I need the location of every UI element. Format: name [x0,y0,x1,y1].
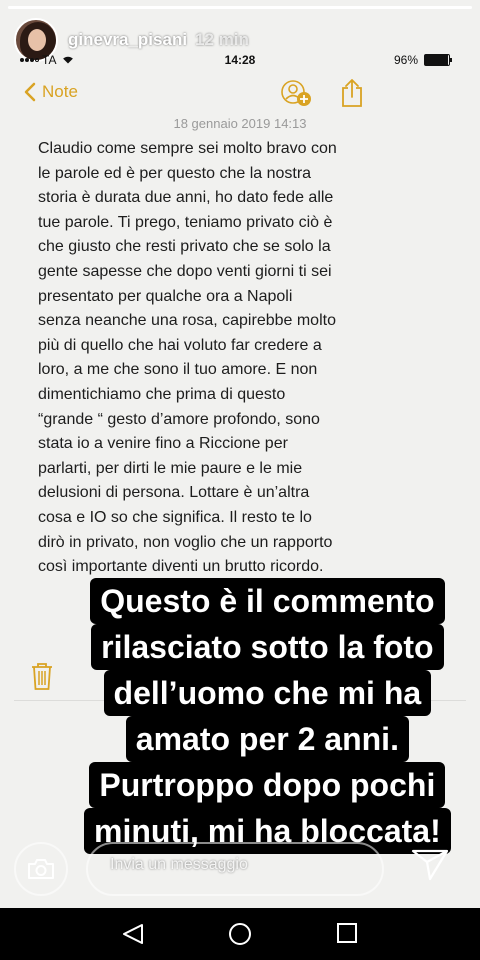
add-people-icon[interactable] [279,78,315,110]
send-icon[interactable] [410,848,450,882]
note-line: “grande “ gesto d’amore profondo, sono [38,410,320,428]
back-button[interactable]: Note [24,82,78,102]
note-line: storia è durata due anni, ho dato fede a… [38,189,334,207]
note-line: delusioni di persona. Lottare è un’altra [38,484,310,502]
story-caption: Questo è il commento rilasciato sotto la … [84,578,451,854]
note-line: loro, a me che sono il tuo amore. E non [38,361,318,379]
note-date: 18 gennaio 2019 14:13 [173,116,307,131]
note-line: tue parole. Ti prego, teniamo privato ci… [38,213,333,231]
note-line: cosa e IO so che significa. Il resto te … [38,508,312,526]
nav-recent-icon[interactable] [336,922,358,944]
message-input[interactable] [86,842,384,896]
back-label: Note [42,82,78,101]
android-nav-bar [0,908,480,960]
share-icon[interactable] [340,78,364,108]
battery-percent: 96% [393,53,418,67]
caption-line: Purtroppo dopo pochi [89,762,446,808]
status-bar: TA 14:28 96% [0,52,480,70]
caption-line: Questo è il commento [90,578,445,624]
reply-bar: Invia un messaggio [0,832,480,898]
note-line: dimentichiamo che prima di questo [38,385,286,403]
caption-line: dell’uomo che mi ha [103,670,432,716]
caption-line: amato per 2 anni. [125,716,409,762]
caption-line: rilasciato sotto la foto [91,624,444,670]
nav-home-icon[interactable] [228,922,252,946]
note-line: stata io a venire fino a Riccione per [38,435,288,453]
note-line: senza neanche una rosa, capirebbe molto [38,312,336,330]
note-line: gente sapesse che dopo venti giorni ti s… [38,262,332,280]
story-progress-bar [8,6,472,9]
trash-icon[interactable] [30,662,54,690]
camera-button[interactable] [14,842,68,896]
note-line: che giusto che resti privato che se solo… [38,238,331,256]
note-line: più di quello che hai voluto far credere… [38,336,322,354]
note-line: Claudio come sempre sei molto bravo con [38,140,337,157]
chevron-left-icon [24,82,36,102]
nav-back-icon[interactable] [120,922,146,946]
note-line: le parole ed è per questo che la nostra [38,164,312,182]
story-time-ago: 12 min [195,30,249,49]
story-progress-fill [8,6,472,9]
camera-icon [28,859,54,879]
note-line: presentato per qualche ora a Napoli [38,287,293,305]
note-body[interactable]: Claudio come sempre sei molto bravo con l… [38,137,368,580]
notes-nav-bar: Note [0,76,480,112]
story-view: ginevra_pisani 12 min TA 14:28 96% Note [0,0,480,908]
status-bar-right: 96% [393,53,452,67]
battery-icon [424,54,452,66]
note-line: così importante diventi un brutto ricord… [38,558,324,576]
note-line: dirò in privato, non voglio che un rappo… [38,533,333,551]
story-username[interactable]: ginevra_pisani [68,30,187,50]
note-line: parlarti, per dirti le mie paure e le mi… [38,459,303,477]
